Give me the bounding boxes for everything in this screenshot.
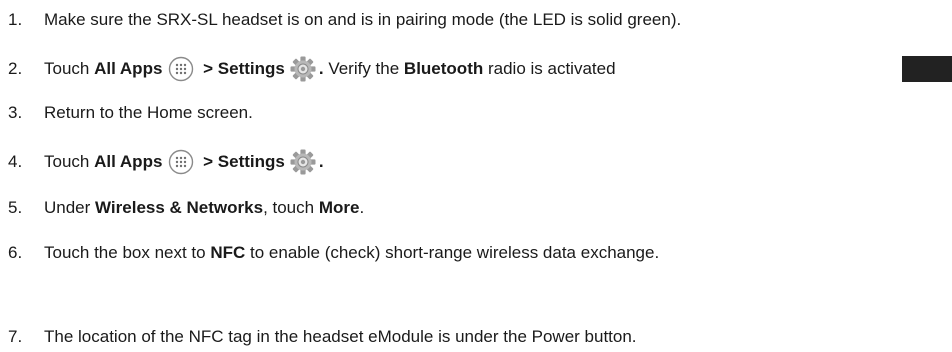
step-text: Touch the box next to NFC to enable (che… xyxy=(44,243,660,262)
all-apps-label: All Apps xyxy=(94,152,163,171)
step-number: 2. xyxy=(8,59,23,78)
settings-label: Settings xyxy=(217,59,285,78)
settings-label: Settings xyxy=(217,152,285,171)
bluetooth-toggle-image xyxy=(902,56,952,82)
wireless-networks-label: Wireless & Networks xyxy=(95,198,264,217)
settings-gear-icon xyxy=(290,149,316,175)
step-text: Return to the Home screen. xyxy=(44,103,253,122)
more-label: More xyxy=(318,198,360,217)
nfc-label: NFC xyxy=(210,243,246,262)
all-apps-icon xyxy=(169,149,194,175)
step-number: 1. xyxy=(8,10,23,29)
step-text: The location of the NFC tag in the heads… xyxy=(44,327,637,346)
step-text: Make sure the SRX-SL headset is on and i… xyxy=(44,10,682,29)
step-number: 3. xyxy=(8,103,23,122)
all-apps-label: All Apps xyxy=(94,59,163,78)
all-apps-icon xyxy=(169,56,194,82)
bluetooth-label: Bluetooth xyxy=(403,59,484,78)
step-number: 5. xyxy=(8,198,23,217)
step-text: Touch All Apps > Settings xyxy=(44,148,324,176)
step-number: 4. xyxy=(8,152,23,171)
step-number: 7. xyxy=(8,327,23,346)
step-text: Under Wireless & Networks , touch More . xyxy=(44,198,365,217)
step-2: 2. Touch All Apps > Settings . Verify th… xyxy=(0,56,952,82)
settings-gear-icon xyxy=(290,56,316,82)
step-text: Touch All Apps > Settings xyxy=(44,55,616,83)
step-number: 6. xyxy=(8,243,23,262)
